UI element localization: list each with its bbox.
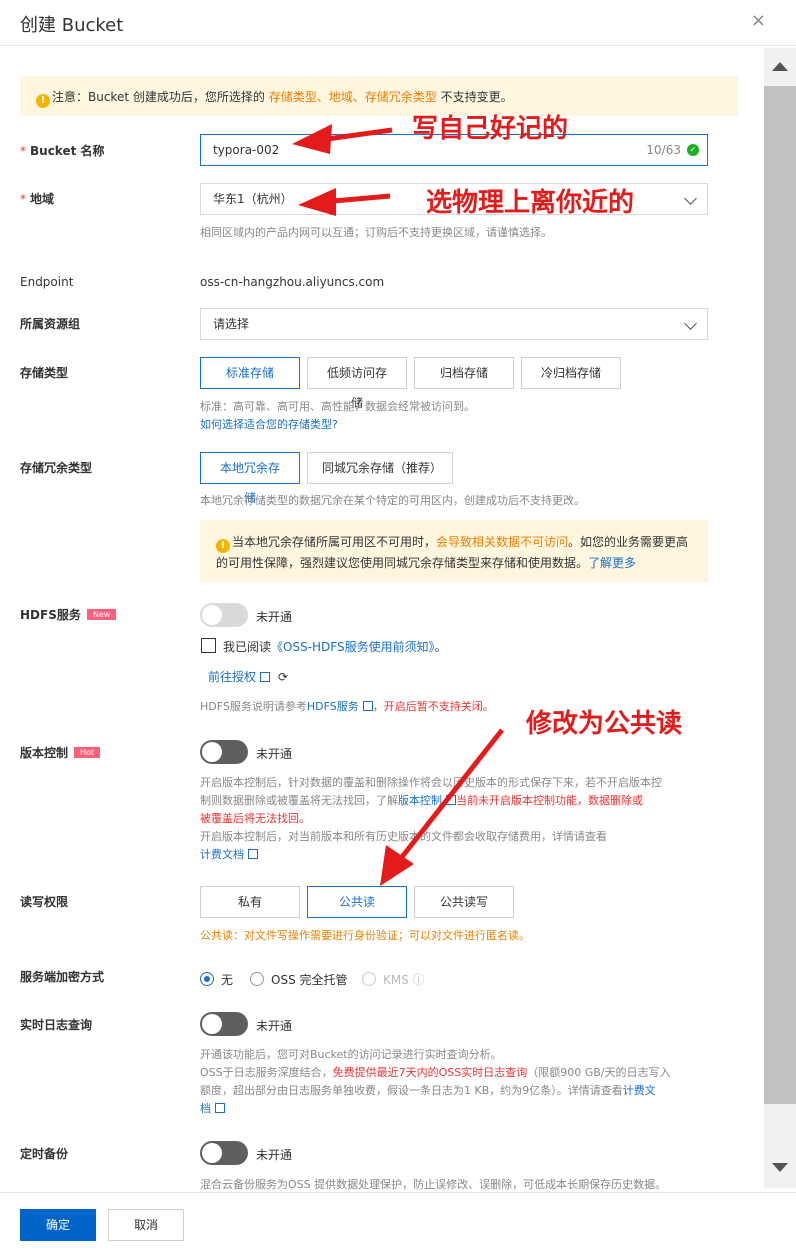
cancel-button[interactable]: 取消 xyxy=(108,1209,184,1241)
dialog-footer: 确定 取消 xyxy=(0,1192,796,1255)
annotation-arrow-2-head xyxy=(298,188,336,216)
annotation-arrows xyxy=(292,124,504,886)
confirm-button[interactable]: 确定 xyxy=(20,1209,96,1241)
annotation-arrow-1-head xyxy=(292,124,332,154)
annotation-arrow-3 xyxy=(396,728,504,864)
